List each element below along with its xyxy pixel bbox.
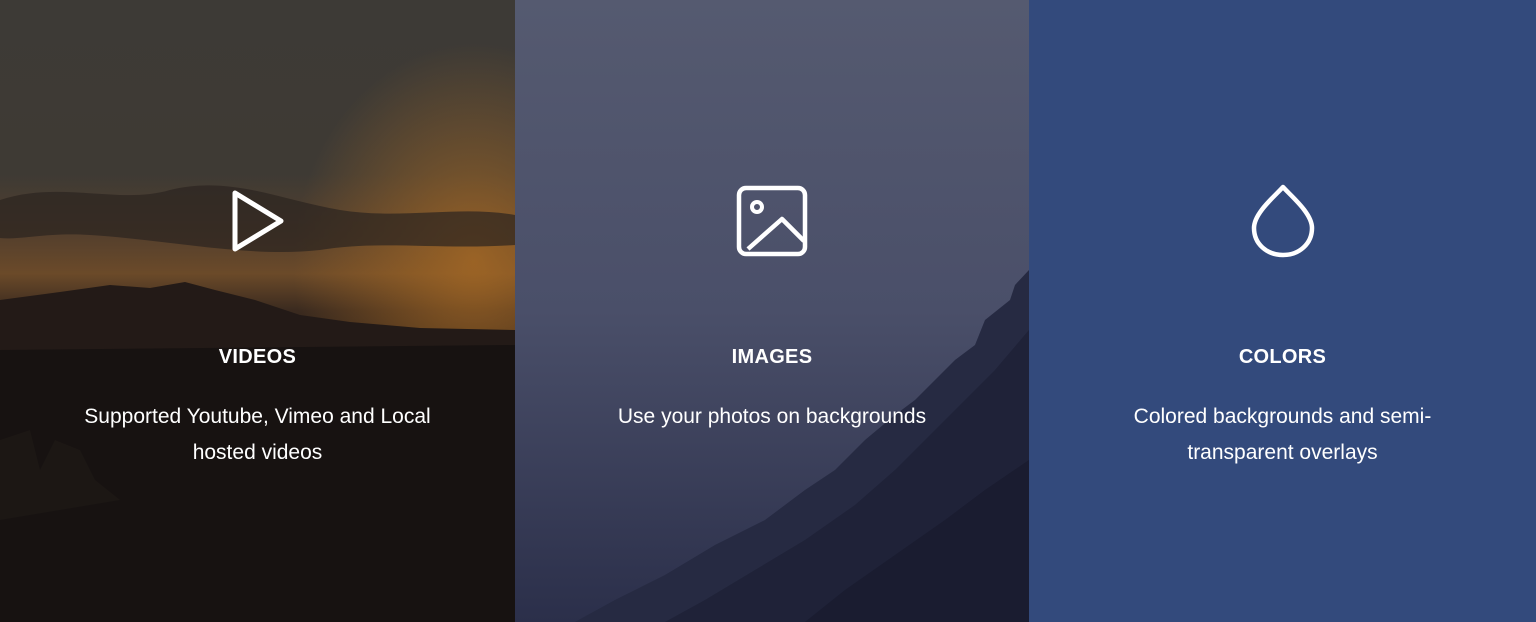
feature-description: Supported Youtube, Vimeo and Local hoste… (84, 405, 431, 464)
feature-panel-videos: VIDEOS Supported Youtube, Vimeo and Loca… (0, 0, 515, 622)
droplet-icon (1245, 183, 1321, 259)
feature-panel-images: IMAGES Use your photos on backgrounds (515, 0, 1029, 622)
features-section: VIDEOS Supported Youtube, Vimeo and Loca… (0, 0, 1536, 622)
image-icon (734, 183, 810, 259)
feature-description: Use your photos on backgrounds (617, 405, 927, 428)
feature-panel-colors: COLORS Colored backgrounds and semi-tran… (1029, 0, 1536, 622)
feature-content: COLORS Colored backgrounds and semi-tran… (1029, 0, 1536, 622)
feature-title: COLORS (1238, 346, 1327, 368)
feature-title: VIDEOS (218, 346, 297, 368)
feature-content: VIDEOS Supported Youtube, Vimeo and Loca… (0, 0, 515, 622)
feature-content: IMAGES Use your photos on backgrounds (515, 0, 1029, 622)
play-icon (220, 183, 296, 259)
feature-description: Colored backgrounds and semi-transparent… (1133, 405, 1432, 464)
feature-title: IMAGES (731, 346, 813, 368)
